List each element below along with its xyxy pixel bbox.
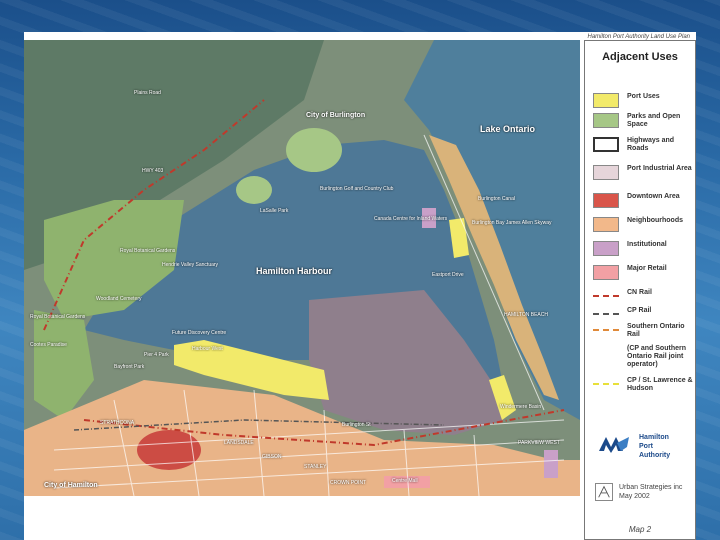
label-royal-botanical: Royal Botanical Gardens: [120, 248, 176, 254]
legend-label: Port Uses: [627, 93, 660, 100]
label-landsdale: LANDSDALE: [224, 440, 254, 446]
label-canada-centre: Canada Centre for Inland Waters: [374, 216, 448, 222]
label-plains-rd: Plains Road: [134, 90, 161, 96]
consultant-credit: Urban Strategies inc May 2002: [619, 483, 682, 501]
legend-label: Highways and Roads: [627, 137, 675, 152]
label-bayfront-park: Bayfront Park: [114, 364, 145, 370]
swatch-neighbourhoods: [593, 217, 619, 232]
line-swatch-southern: [593, 329, 619, 331]
legend-item-port-uses: Port Uses: [593, 93, 693, 115]
label-harbour-west: Harbour West: [192, 346, 223, 352]
label-parkview-west: PARKVIEW WEST: [518, 440, 560, 446]
label-hamilton-beach: HAMILTON BEACH: [504, 312, 548, 318]
legend-label: Parks and Open Space: [627, 113, 681, 128]
legend-item-institutional: Institutional: [593, 241, 693, 263]
label-lake-ontario: Lake Ontario: [480, 124, 536, 134]
line-swatch-cp-stl: [593, 383, 619, 385]
label-gibson: GIBSON: [262, 454, 282, 460]
legend-label: Downtown Area: [627, 193, 680, 200]
legend-label: Port Industrial Area: [627, 165, 692, 172]
legend-label: CP Rail: [627, 307, 652, 314]
label-burlington-golf: Burlington Golf and Country Club: [320, 186, 394, 192]
line-swatch-cn: [593, 295, 619, 297]
legend-item-port-industrial: Port Industrial Area: [593, 165, 693, 187]
consultant-line: May 2002: [619, 493, 650, 500]
legend-item-neighbourhoods: Neighbourhoods: [593, 217, 693, 239]
label-burlington-st: Burlington St: [342, 422, 371, 428]
urban-strategies-icon: [595, 483, 613, 501]
label-windermere-basin: Windermere Basin: [500, 404, 542, 410]
map-number: Map 2: [628, 525, 652, 534]
legend-note: (CP and Southern Ontario Rail joint oper…: [627, 345, 686, 368]
legend-item-major-retail: Major Retail: [593, 265, 693, 287]
legend-item-highways: Highways and Roads: [593, 137, 693, 159]
label-centre-mall: Centre Mall: [392, 478, 418, 484]
label-stanley: STANLEY: [304, 464, 327, 470]
label-hamilton-harbour: Hamilton Harbour: [256, 266, 333, 276]
legend-title: Adjacent Uses: [602, 51, 678, 63]
swatch-port-uses: [593, 93, 619, 108]
swatch-parks: [593, 113, 619, 128]
legend-line-cp-stlawrence: CP / St. Lawrence & Hudson: [593, 377, 693, 399]
legend-label: Major Retail: [627, 265, 667, 272]
authority-line: Authority: [639, 452, 671, 459]
label-crown-point: CROWN POINT: [330, 480, 367, 486]
legend-label: Southern Ontario Rail: [627, 323, 685, 338]
authority-line: Hamilton: [639, 434, 669, 441]
label-city-burlington: City of Burlington: [306, 112, 366, 119]
legend-label: CP / St. Lawrence & Hudson: [627, 377, 693, 392]
label-eastport-drive: Eastport Drive: [432, 272, 464, 278]
label-lasalle-park: LaSalle Park: [260, 208, 289, 214]
legend-item-downtown: Downtown Area: [593, 193, 693, 215]
legend-label: CN Rail: [627, 289, 652, 296]
label-strathcona: STRATHCONA: [100, 420, 135, 426]
map-sheet: Hamilton Port Authority Land Use Plan Ci…: [24, 32, 696, 540]
land-use-map[interactable]: City of Burlington Lake Ontario Hamilton…: [24, 40, 580, 496]
legend-label: Institutional: [627, 241, 667, 248]
swatch-major-retail: [593, 265, 619, 280]
hamilton-port-authority-logo: [597, 433, 631, 457]
authority-name: Hamilton Port Authority: [639, 433, 670, 460]
legend-item-parks: Parks and Open Space: [593, 113, 693, 135]
consultant-line: Urban Strategies inc: [619, 484, 683, 491]
map-legend: Adjacent Uses Port Uses Parks and Open S…: [584, 40, 696, 540]
label-city-hamilton: City of Hamilton: [44, 482, 98, 489]
legend-line-southern-ontario: Southern Ontario Rail: [593, 323, 693, 345]
label-royal-botanical-2: Royal Botanical Gardens: [30, 314, 86, 320]
label-woodland-cemetery: Woodland Cemetery: [96, 296, 142, 302]
label-burlington-canal: Burlington Canal: [478, 196, 515, 202]
label-pier4-park: Pier 4 Park: [144, 352, 169, 358]
label-hwy403: HWY 403: [142, 168, 164, 174]
label-discovery-centre: Future Discovery Centre: [172, 330, 227, 336]
swatch-institutional: [593, 241, 619, 256]
authority-line: Port: [639, 443, 653, 450]
swatch-downtown: [593, 193, 619, 208]
label-hendrie-valley: Hendrie Valley Sanctuary: [162, 262, 219, 268]
legend-label: Neighbourhoods: [627, 217, 683, 224]
label-burlington-skyway: Burlington Bay James Allen Skyway: [472, 220, 552, 226]
line-swatch-cp: [593, 313, 619, 315]
swatch-highways: [593, 137, 619, 152]
swatch-port-industrial: [593, 165, 619, 180]
label-cootes-paradise: Cootes Paradise: [30, 342, 67, 348]
